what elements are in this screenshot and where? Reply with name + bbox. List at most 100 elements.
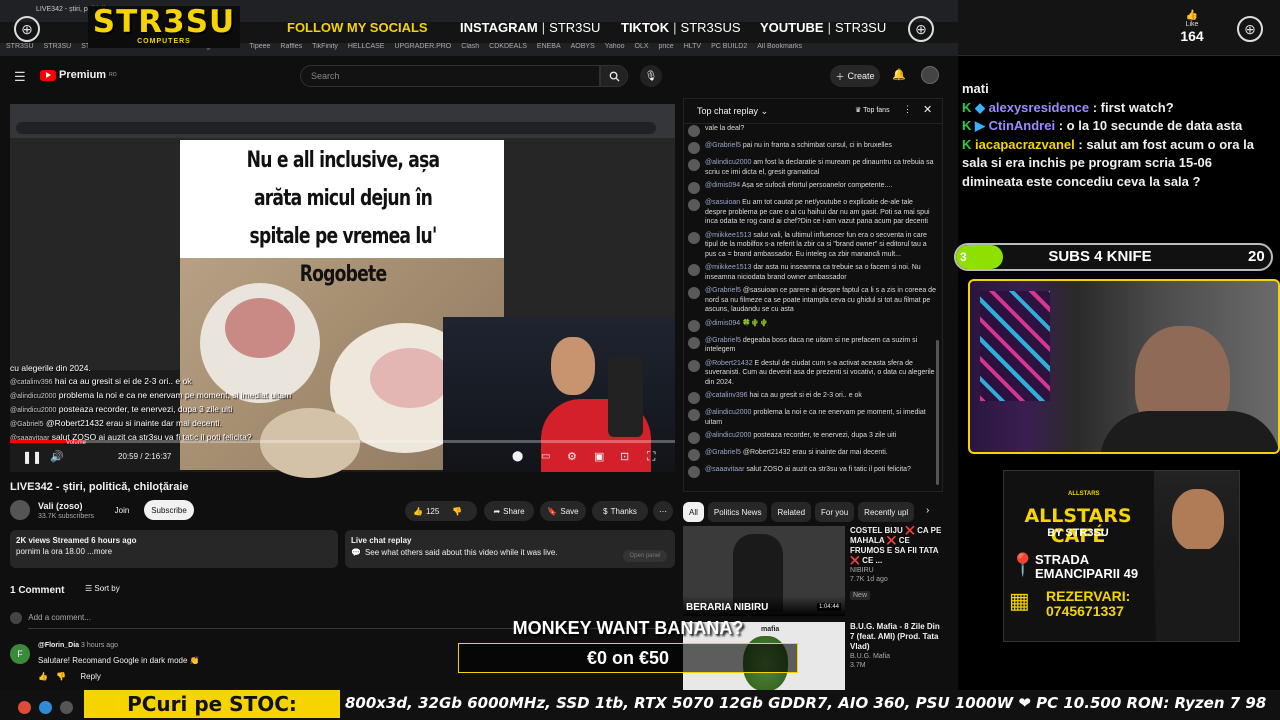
fullscreen-icon[interactable]: ⛶: [647, 449, 655, 464]
chat-username[interactable]: @alindicu2000: [705, 432, 751, 439]
bookmark-item[interactable]: OLX: [635, 43, 649, 56]
bookmark-item[interactable]: All Bookmarks: [757, 43, 802, 56]
create-button[interactable]: ＋ Create: [830, 65, 880, 87]
filter-chip[interactable]: Related: [771, 502, 812, 522]
filter-chip[interactable]: Politics News: [707, 502, 768, 522]
desc-text: pornim la ora 18.00 ...more: [16, 547, 113, 556]
youtube-logo[interactable]: Premium RO: [40, 69, 117, 81]
chat-username[interactable]: @saaavitaar: [705, 466, 744, 473]
filter-chip[interactable]: All: [683, 502, 704, 522]
channel-name[interactable]: Vali (zoso): [38, 501, 83, 511]
comment-like-icon[interactable]: 👍: [38, 672, 48, 681]
bookmark-item[interactable]: TikFinity: [312, 43, 338, 56]
thumbs-down-icon[interactable]: 👎: [452, 507, 462, 516]
chat-username[interactable]: @dimis094: [705, 320, 740, 327]
bookmark-item[interactable]: Clash: [461, 43, 479, 56]
description-box[interactable]: 2K views Streamed 6 hours ago pornim la …: [10, 530, 338, 568]
like-counter: 👍 Like 164: [1172, 10, 1212, 44]
menu-icon[interactable]: ☰: [14, 69, 26, 85]
filter-chip[interactable]: Recently upl: [858, 502, 915, 522]
voice-search-button[interactable]: 🎙: [640, 65, 662, 87]
bookmark-item[interactable]: CDKDEALS: [489, 43, 527, 56]
like-count-yt[interactable]: 125: [426, 507, 439, 516]
search-button[interactable]: [600, 65, 628, 87]
chat-replay-title: Live chat replay: [351, 536, 412, 545]
ad-address: STRADA EMANCIPARII 49: [1035, 553, 1138, 581]
chat-avatar: [688, 449, 700, 461]
subscribe-button[interactable]: Subscribe: [144, 500, 194, 520]
chat-username[interactable]: @Robert21432: [705, 360, 753, 367]
bookmark-item[interactable]: Raffles: [280, 43, 302, 56]
chat-username[interactable]: @sasuioan: [705, 199, 740, 206]
browser-icon[interactable]: [18, 700, 31, 714]
chat-text: pai nu in franta a schimbat cursul, ci i…: [742, 142, 892, 149]
chat-username[interactable]: @catalinv396: [705, 392, 748, 399]
top-fans-button[interactable]: ♛ Top fans: [855, 106, 890, 114]
open-panel-button[interactable]: Open panel: [623, 550, 667, 562]
thanks-button[interactable]: $ Thanks: [592, 501, 648, 521]
search-input[interactable]: Search: [300, 65, 600, 87]
bookmark-item[interactable]: PC BUILD2: [711, 43, 747, 56]
filter-chip[interactable]: For you: [815, 502, 855, 522]
recommended-info[interactable]: COSTEL BIJU ❌ CA PE MAHALA ❌ CE FRUMOS E…: [850, 526, 942, 602]
chat-username[interactable]: @Grabriel5: [705, 287, 741, 294]
chat-username[interactable]: @alindicu2000: [705, 159, 751, 166]
recommended-info[interactable]: B.U.G. Mafia - 8 Zile Din 7 (feat. AMI) …: [850, 622, 942, 670]
bookmark-item[interactable]: Tipeee: [249, 43, 270, 56]
chat-mode-dropdown[interactable]: Top chat replay ⌄: [697, 106, 768, 117]
top-fans-label: Top fans: [863, 107, 890, 114]
comment-author[interactable]: @Florin_Dia: [38, 642, 79, 649]
chat-avatar: [688, 182, 700, 194]
chat-scrollbar[interactable]: [936, 340, 939, 485]
chat-username[interactable]: @dimis094: [705, 182, 740, 189]
bookmark-item[interactable]: ENEBA: [537, 43, 561, 56]
app-icon[interactable]: [39, 700, 52, 714]
close-icon[interactable]: ✕: [923, 103, 932, 116]
recommended-thumbnail[interactable]: BERARIA NIBIRU 1:04:44: [683, 526, 845, 616]
bookmark-item[interactable]: HELLCASE: [348, 43, 385, 56]
bookmark-item[interactable]: AOBYS: [571, 43, 595, 56]
recommendation-chips: All Politics News Related For you Recently u…: [683, 502, 941, 522]
comment-dislike-icon[interactable]: 👎: [56, 672, 66, 681]
app-icon[interactable]: [60, 700, 73, 714]
chat-username[interactable]: @Grabriel5: [705, 142, 741, 149]
bookmark-item[interactable]: Yahoo: [605, 43, 625, 56]
chat-message: @alindicu2000 problema la noi e ca ne en…: [688, 408, 936, 427]
chat-more-icon[interactable]: ⋮: [903, 104, 912, 115]
bookmark-item[interactable]: STR3SU: [44, 43, 72, 56]
join-button[interactable]: Join: [107, 500, 137, 520]
pause-icon[interactable]: ❚❚: [22, 450, 42, 464]
reply-button[interactable]: Reply: [80, 672, 100, 681]
recommended-title[interactable]: B.U.G. Mafia - 8 Zile Din 7 (feat. AMI) …: [850, 622, 942, 652]
volume-icon[interactable]: 🔊: [50, 450, 64, 463]
chat-message: vale la deal?: [688, 124, 936, 137]
settings-gear-icon[interactable]: ⚙: [567, 450, 577, 463]
subtitles-icon[interactable]: ▭: [541, 451, 550, 462]
chat-username[interactable]: @Grabriel5: [705, 449, 741, 456]
notifications-bell-icon[interactable]: 🔔: [892, 68, 906, 81]
add-comment-input[interactable]: Add a comment...: [28, 613, 91, 622]
bookmark-item[interactable]: UPGRADER.PRO: [394, 43, 451, 56]
badge-icon: K: [962, 118, 972, 133]
chat-username[interactable]: @miikkee1513: [705, 264, 751, 271]
account-avatar[interactable]: [921, 66, 939, 84]
channel-avatar[interactable]: [10, 500, 30, 520]
chat-username[interactable]: @miikkee1513: [705, 232, 751, 239]
bookmark-item[interactable]: STR3SU: [6, 43, 34, 56]
bookmark-item[interactable]: price: [659, 43, 674, 56]
video-progress-bar[interactable]: [10, 440, 675, 443]
save-button[interactable]: 🔖 Save: [540, 501, 586, 521]
more-actions-button[interactable]: ⋯: [653, 501, 673, 521]
recommended-title[interactable]: COSTEL BIJU ❌ CA PE MAHALA ❌ CE FRUMOS E…: [850, 526, 942, 566]
thumbs-up-icon[interactable]: 👍: [413, 507, 423, 516]
chevron-right-icon[interactable]: ›: [926, 505, 929, 516]
autoplay-toggle-icon[interactable]: ⬤: [512, 451, 523, 462]
sort-by-button[interactable]: ☰ Sort by: [85, 584, 120, 593]
commenter-avatar[interactable]: F: [10, 644, 30, 664]
share-button[interactable]: ➦ Share: [484, 501, 534, 521]
chat-username[interactable]: @alindicu2000: [705, 409, 751, 416]
miniplayer-icon[interactable]: ▣: [594, 450, 604, 463]
chat-username[interactable]: @Grabriel5: [705, 337, 741, 344]
bookmark-item[interactable]: HLTV: [684, 43, 701, 56]
cast-icon[interactable]: ⊡: [620, 450, 629, 463]
